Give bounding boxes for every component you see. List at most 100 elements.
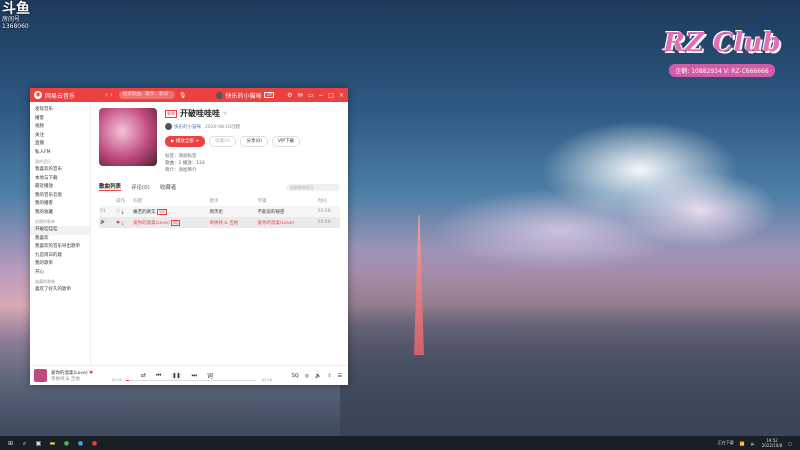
table-row-playing[interactable]: 🔊 ♥ ⤓ 爱你的温柔(Love) SQ 单依纯 & 吉他 爱你的温柔(Love… — [99, 217, 340, 228]
tab-comments[interactable]: 评论(0) — [131, 183, 150, 191]
music-app-icon[interactable]: ● — [91, 440, 98, 447]
effects-icon[interactable]: ◎ — [305, 373, 309, 379]
sq-tag: SQ — [171, 219, 181, 226]
sidebar-item-collection[interactable]: 我的收藏 — [30, 209, 90, 218]
wechat-icon[interactable]: ● — [63, 440, 70, 447]
download-icon[interactable]: ⤓ — [121, 210, 123, 215]
netease-logo-icon: ◉ — [34, 91, 42, 99]
playlist-search-input[interactable]: 搜索歌单音乐 — [286, 184, 340, 191]
brand-logo: RZ Club 企鹅: 10882934 V: RZ-C666666 — [652, 28, 792, 77]
created-date: 2020-08-10创建 — [205, 124, 241, 130]
creator-name[interactable]: 快乐的小猫咪 — [174, 124, 201, 130]
user-name[interactable]: 快乐的小猫咪 — [225, 91, 261, 100]
download-icon[interactable]: ⤓ — [121, 221, 123, 226]
song-singer[interactable]: 周杰伦 — [208, 206, 257, 217]
share-icon[interactable]: ⇪ — [327, 373, 331, 379]
song-album[interactable]: 爱你的温柔(Love) — [256, 217, 317, 228]
music-app-window: ◉ 网易云音乐 ‹ › 搜索歌曲、歌手、歌词 🎙 快乐的小猫咪 VIP ⚙ ✉ … — [30, 88, 348, 385]
sidebar-item-collected-playlist[interactable]: 喜欢了好久的歌单 — [30, 286, 90, 295]
col-singer[interactable]: 歌手 — [208, 195, 256, 206]
mail-icon[interactable]: ✉ — [298, 92, 303, 99]
back-forward-icon[interactable]: ‹ › — [105, 91, 113, 99]
download-button[interactable]: VIP下载 — [271, 136, 300, 147]
playlist-tags[interactable]: 标签：添加标签 — [165, 153, 340, 160]
volume-tray-icon[interactable]: 🔈 — [751, 441, 756, 446]
room-id: 1368060 — [2, 23, 29, 30]
song-title[interactable]: 痛苦的真实 — [133, 210, 156, 215]
volume-icon[interactable]: 🔈 — [315, 373, 321, 379]
sidebar-item-live[interactable]: 直播 — [30, 140, 90, 149]
sidebar-item-my-podcast[interactable]: 我的播客 — [30, 200, 90, 209]
avatar[interactable] — [216, 91, 224, 99]
playlist-title: 开破哇哇哇 — [180, 109, 220, 118]
sidebar-item-playlist[interactable]: 我的歌单 — [30, 260, 90, 269]
browser-icon[interactable]: ● — [77, 440, 84, 447]
settings-icon[interactable]: ⚙ — [287, 92, 292, 99]
sidebar-item-liked[interactable]: 我喜欢的音乐 — [30, 166, 90, 175]
sidebar-item-recent[interactable]: 最近播放 — [30, 183, 90, 192]
sidebar-item-discover[interactable]: 发现音乐 — [30, 106, 90, 115]
play-all-label: 播放全部 — [175, 139, 194, 144]
play-all-button[interactable]: ▶ 播放全部 + — [165, 136, 206, 147]
collect-button[interactable]: 收藏(0) — [209, 136, 237, 147]
section-created: 创建的歌单 — [35, 219, 55, 224]
col-time[interactable]: 时间 — [317, 195, 340, 206]
edit-icon[interactable]: ✎ — [223, 111, 227, 117]
windows-start-icon[interactable]: ⊞ — [7, 440, 14, 447]
col-album[interactable]: 专辑 — [257, 195, 317, 206]
minimize-icon[interactable]: − — [318, 92, 323, 99]
sidebar-item-playlist[interactable]: 我喜欢 — [30, 235, 90, 244]
maximize-icon[interactable]: □ — [328, 92, 334, 99]
now-playing-cover[interactable] — [34, 369, 47, 382]
speaker-icon: 🔊 — [99, 217, 115, 228]
sidebar-item-local[interactable]: 本地与下载 — [30, 175, 90, 184]
col-actions: 操作 — [116, 198, 125, 204]
tab-subscribers[interactable]: 收藏者 — [160, 183, 177, 191]
sidebar-item-playlist[interactable]: 我喜欢的音乐导出歌单 — [30, 243, 90, 252]
song-singer[interactable]: 单依纯 & 吉他 — [208, 217, 257, 228]
clock-date: 2022/10/8 — [761, 443, 783, 448]
search-input[interactable]: 搜索歌曲、歌手、歌词 — [118, 91, 175, 99]
sidebar-item-follow[interactable]: 关注 — [30, 132, 90, 141]
share-button[interactable]: 分享(0) — [240, 136, 268, 147]
playlist-stats: 歌曲：2 播放：124 — [165, 161, 205, 166]
heart-icon[interactable]: ♡ — [116, 210, 120, 215]
song-album[interactable]: 不能说的秘密 — [256, 206, 317, 217]
song-title[interactable]: 爱你的温柔(Love) — [133, 221, 170, 226]
like-icon[interactable]: ♥ — [89, 371, 93, 376]
user-profile[interactable]: 快乐的小猫咪 VIP — [216, 91, 275, 100]
playlist-icon[interactable]: ☰ — [338, 373, 342, 379]
playlist-tag: 歌单 — [165, 109, 177, 118]
overlay-title: 斗鱼 — [2, 1, 30, 17]
col-title[interactable]: 标题 — [132, 195, 208, 206]
sidebar-item-fm[interactable]: 私人FM — [30, 149, 90, 158]
network-icon[interactable]: 📶 — [740, 441, 745, 446]
progress-fill — [126, 380, 129, 381]
creator-avatar[interactable] — [165, 123, 172, 130]
section-collected: 收藏的歌单 — [35, 279, 55, 284]
sidebar-item-video[interactable]: 视频 — [30, 123, 90, 132]
table-row[interactable]: 01 ♡ ⤓ 痛苦的真实 VIP 周杰伦 不能说的秘密 03:46 — [99, 206, 340, 217]
mini-mode-icon[interactable]: ▭ — [308, 92, 314, 99]
quality-icon[interactable]: SQ — [292, 373, 299, 379]
task-view-icon[interactable]: ▣ — [35, 440, 42, 447]
sidebar-item-cloud[interactable]: 我的音乐云盘 — [30, 192, 90, 201]
download-status[interactable]: 正在下载 — [718, 440, 734, 446]
now-playing-title[interactable]: 爱你的温柔(Love) — [51, 371, 88, 376]
playlist-intro[interactable]: 简介：添加简介 — [165, 167, 340, 174]
now-playing-artist[interactable]: 单依纯 & 吉他 — [51, 376, 121, 382]
search-icon[interactable]: ⌕ — [21, 440, 28, 447]
heart-filled-icon[interactable]: ♥ — [116, 221, 120, 226]
microphone-icon[interactable]: 🎙 — [179, 92, 187, 99]
sidebar-item-playlist-active[interactable]: 开破哇哇哇 — [30, 226, 90, 235]
notification-icon[interactable]: ▢ — [788, 441, 792, 446]
close-icon[interactable]: × — [339, 92, 344, 99]
sidebar-item-playlist[interactable]: 开心 — [30, 269, 90, 278]
stream-overlay-logo: 斗鱼 房间号 1368060 — [2, 2, 30, 30]
sidebar-item-podcast[interactable]: 播客 — [30, 115, 90, 124]
progress-bar[interactable] — [126, 380, 256, 381]
sidebar-item-playlist[interactable]: 九首周日的歌 — [30, 252, 90, 261]
clock[interactable]: 19:52 2022/10/8 — [762, 438, 783, 448]
tab-songs[interactable]: 歌曲列表 — [99, 182, 122, 191]
file-explorer-icon[interactable]: ▬ — [49, 440, 56, 447]
